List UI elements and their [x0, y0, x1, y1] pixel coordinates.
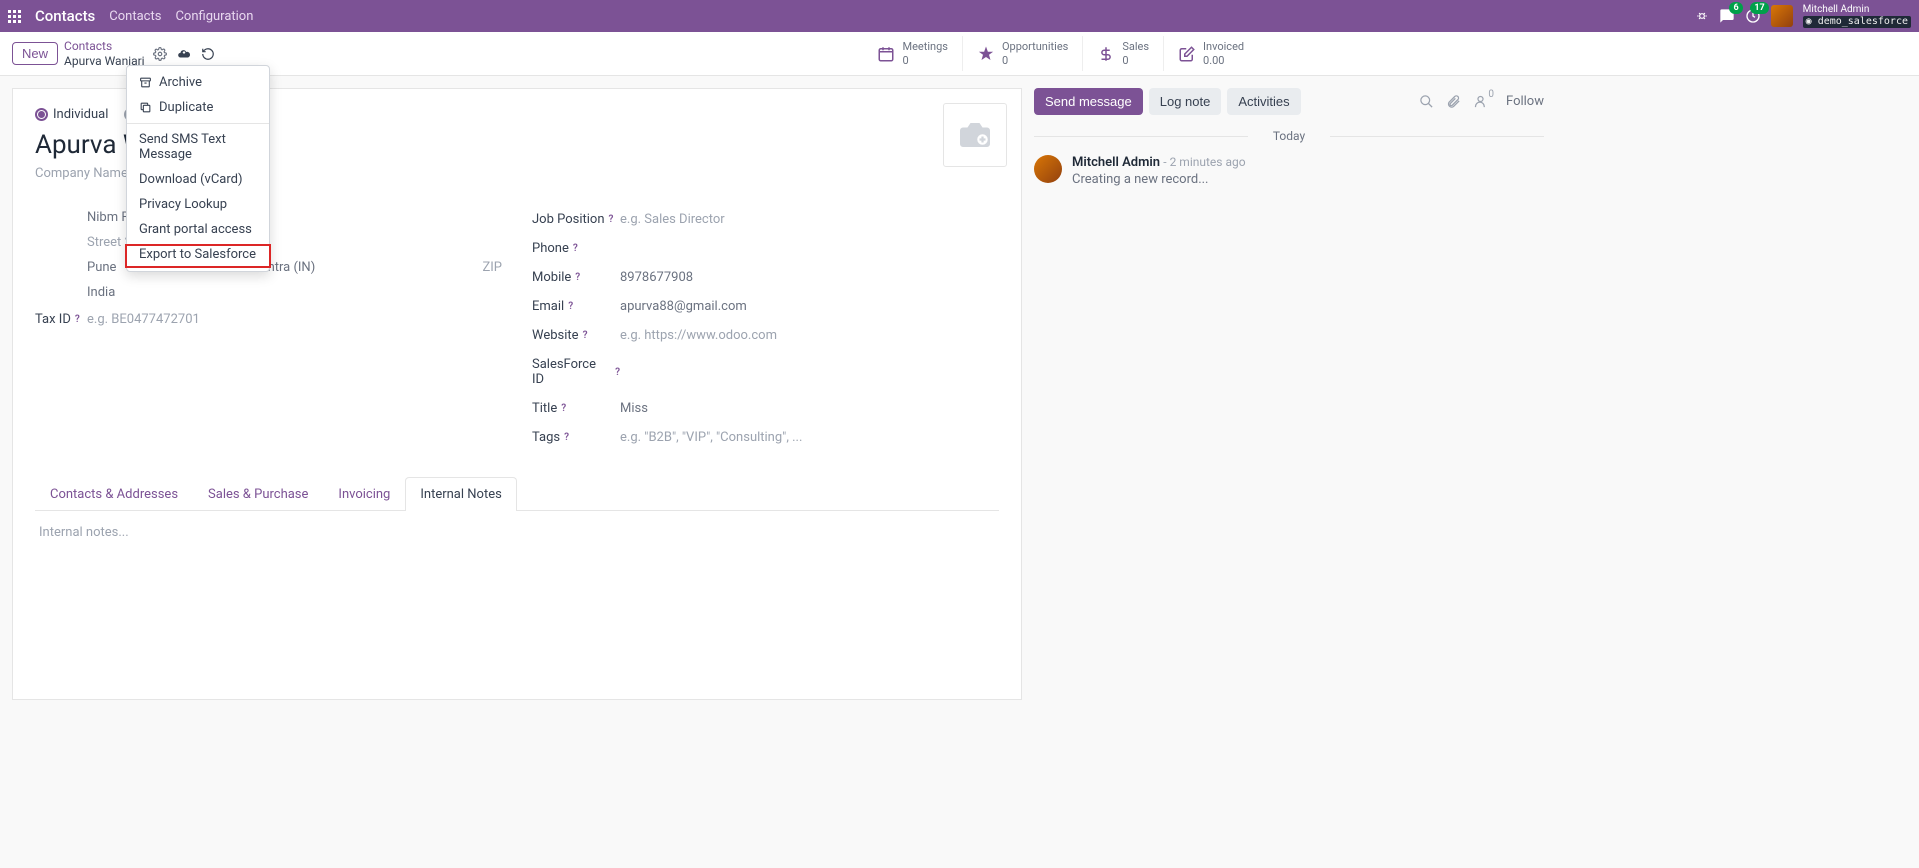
follower-icon[interactable]: 0 [1473, 94, 1494, 109]
help-icon[interactable]: ? [575, 272, 580, 283]
control-bar: New Contacts Apurva Wanjari Meetings0 Op… [0, 32, 1919, 76]
activity-icon[interactable]: 17 [1745, 8, 1761, 24]
breadcrumb: Contacts Apurva Wanjari [64, 39, 145, 68]
tab-sales[interactable]: Sales & Purchase [193, 477, 323, 511]
help-icon[interactable]: ? [568, 301, 573, 312]
help-icon[interactable]: ? [564, 432, 569, 443]
tags-input[interactable]: e.g. "B2B", "VIP", "Consulting", ... [620, 430, 802, 445]
help-icon[interactable]: ? [615, 367, 620, 378]
notes-input[interactable]: Internal notes... [39, 525, 995, 540]
send-message-button[interactable]: Send message [1034, 88, 1143, 115]
menu-export-salesforce[interactable]: Export to Salesforce [127, 242, 269, 267]
log-note-button[interactable]: Log note [1149, 88, 1222, 115]
app-title[interactable]: Contacts [35, 7, 95, 25]
menu-portal[interactable]: Grant portal access [127, 217, 269, 242]
stat-invoiced[interactable]: Invoiced0.00 [1163, 36, 1258, 70]
help-icon[interactable]: ? [573, 243, 578, 254]
website-input[interactable]: e.g. https://www.odoo.com [620, 328, 777, 343]
calendar-icon [877, 44, 895, 64]
zip-input[interactable]: ZIP [482, 260, 502, 275]
message-time: - 2 minutes ago [1163, 155, 1245, 169]
mobile-input[interactable]: 8978677908 [620, 270, 693, 285]
message: Mitchell Admin - 2 minutes ago Creating … [1034, 155, 1544, 187]
follow-button[interactable]: Follow [1506, 94, 1544, 109]
cloud-upload-icon[interactable] [177, 46, 191, 61]
tab-contacts[interactable]: Contacts & Addresses [35, 477, 193, 511]
nav-configuration[interactable]: Configuration [175, 9, 253, 24]
tab-notes[interactable]: Internal Notes [405, 477, 516, 511]
stat-buttons: Meetings0 Opportunities0 Sales0 Invoiced… [863, 36, 1258, 70]
chatter: Send message Log note Activities 0 Follo… [1034, 88, 1544, 700]
menu-archive[interactable]: Archive [127, 70, 269, 95]
chat-icon[interactable]: 6 [1719, 8, 1735, 24]
gear-icon[interactable] [153, 46, 167, 61]
avatar [1034, 155, 1062, 183]
help-icon[interactable]: ? [561, 403, 566, 414]
date-separator: Today [1034, 129, 1544, 143]
search-icon[interactable] [1419, 94, 1434, 109]
photo-upload[interactable] [943, 103, 1007, 167]
new-button[interactable]: New [12, 42, 58, 65]
tab-invoicing[interactable]: Invoicing [323, 477, 405, 511]
breadcrumb-root[interactable]: Contacts [64, 39, 145, 53]
navbar: Contacts Contacts Configuration 6 17 Mit… [0, 0, 1919, 32]
activities-button[interactable]: Activities [1227, 88, 1300, 115]
message-text: Creating a new record... [1072, 172, 1544, 187]
email-input[interactable]: apurva88@gmail.com [620, 299, 747, 314]
user-menu[interactable]: Mitchell Admin ◉ demo_salesforce [1803, 4, 1911, 28]
stat-opportunities[interactable]: Opportunities0 [962, 36, 1082, 70]
star-icon [977, 44, 995, 64]
stat-meetings[interactable]: Meetings0 [863, 36, 961, 70]
menu-vcard[interactable]: Download (vCard) [127, 167, 269, 192]
country-input[interactable]: India [35, 280, 502, 305]
menu-duplicate[interactable]: Duplicate [127, 95, 269, 120]
user-db: ◉ demo_salesforce [1803, 16, 1911, 28]
message-author[interactable]: Mitchell Admin [1072, 155, 1160, 170]
avatar[interactable] [1771, 5, 1793, 27]
nav-contacts[interactable]: Contacts [109, 9, 161, 24]
apps-icon[interactable] [8, 10, 21, 23]
jobposition-input[interactable]: e.g. Sales Director [620, 212, 725, 227]
stat-sales[interactable]: Sales0 [1082, 36, 1163, 70]
radio-individual[interactable]: Individual [35, 107, 108, 122]
edit-icon [1178, 44, 1196, 64]
help-icon[interactable]: ? [583, 330, 588, 341]
tabs: Contacts & Addresses Sales & Purchase In… [35, 476, 999, 511]
attachment-icon[interactable] [1446, 94, 1461, 109]
tab-content: Internal notes... [35, 511, 999, 681]
user-name: Mitchell Admin [1803, 4, 1911, 16]
bug-icon[interactable] [1695, 9, 1709, 23]
menu-privacy[interactable]: Privacy Lookup [127, 192, 269, 217]
radio-icon [35, 108, 48, 121]
menu-sms[interactable]: Send SMS Text Message [127, 127, 269, 167]
taxid-input[interactable]: e.g. BE0477472701 [87, 312, 200, 327]
actions-dropdown: Archive Duplicate Send SMS Text Message … [126, 65, 270, 272]
activity-badge: 17 [1750, 2, 1768, 14]
chat-badge: 6 [1729, 2, 1742, 14]
discard-icon[interactable] [201, 46, 215, 61]
help-icon[interactable]: ? [609, 214, 614, 225]
help-icon[interactable]: ? [75, 314, 80, 325]
title-input[interactable]: Miss [620, 401, 648, 416]
dollar-icon [1097, 44, 1115, 64]
